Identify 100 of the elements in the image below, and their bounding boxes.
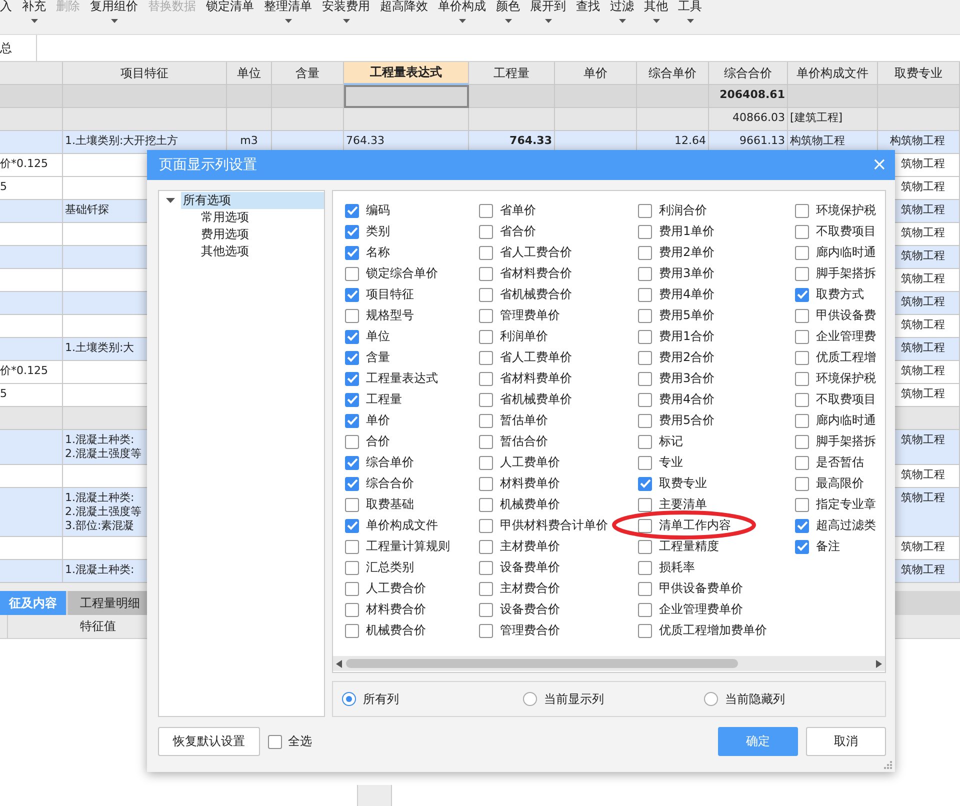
toolbar-button[interactable]: 补充	[22, 0, 46, 23]
checkbox[interactable]	[638, 224, 652, 238]
checkbox[interactable]	[479, 602, 493, 616]
cancel-button[interactable]: 取消	[806, 727, 886, 756]
checkbox-label[interactable]: 费用2合价	[659, 349, 715, 366]
checkbox[interactable]	[638, 434, 652, 448]
checkbox[interactable]	[795, 224, 809, 238]
checkbox[interactable]	[345, 246, 359, 260]
checkbox-label[interactable]: 类别	[366, 223, 390, 240]
checkbox-label[interactable]: 环境保护税	[816, 202, 876, 219]
checkbox-label[interactable]: 标记	[659, 433, 683, 450]
column-header[interactable]: 工程量表达式	[344, 62, 469, 85]
checkbox[interactable]	[638, 308, 652, 322]
checkbox-label[interactable]: 省人工费合价	[500, 244, 572, 261]
expand-triangle-icon[interactable]	[166, 198, 175, 203]
checkbox-label[interactable]: 费用4合价	[659, 391, 715, 408]
checkbox-label[interactable]: 全选	[288, 733, 312, 750]
checkbox[interactable]	[638, 476, 652, 490]
checkbox[interactable]	[479, 204, 493, 218]
radio-label[interactable]: 当前显示列	[544, 690, 604, 708]
checkbox-label[interactable]: 费用1合价	[659, 328, 715, 345]
checkbox[interactable]	[638, 266, 652, 280]
checkbox[interactable]	[345, 414, 359, 428]
checkbox[interactable]	[795, 518, 809, 532]
checkbox-label[interactable]: 取费基础	[366, 496, 414, 513]
checkbox-label[interactable]: 设备费合价	[500, 601, 560, 618]
checkbox-label[interactable]: 脚手架搭拆	[816, 433, 876, 450]
focused-cell[interactable]	[344, 85, 469, 108]
checkbox-label[interactable]: 指定专业章	[816, 496, 876, 513]
toolbar-button[interactable]: 锁定清单	[206, 0, 254, 13]
checkbox-label[interactable]: 锁定综合单价	[366, 265, 438, 282]
tree-item[interactable]: 费用选项	[199, 226, 251, 243]
checkbox-label[interactable]: 优质工程增加费单价	[659, 622, 767, 639]
checkbox[interactable]	[345, 392, 359, 406]
checkbox[interactable]	[479, 414, 493, 428]
scroll-left-arrow-icon[interactable]	[336, 660, 342, 668]
checkbox-label[interactable]: 甲供材料费合计单价	[500, 517, 608, 534]
checkbox-label[interactable]: 综合单价	[366, 454, 414, 471]
checkbox[interactable]	[479, 540, 493, 554]
toolbar-button[interactable]: 颜色	[496, 0, 520, 23]
checkbox-label[interactable]: 省单价	[500, 202, 536, 219]
checkbox[interactable]	[795, 330, 809, 344]
toolbar-button[interactable]: 展开到	[530, 0, 566, 23]
checkbox[interactable]	[345, 518, 359, 532]
checkbox-label[interactable]: 合价	[366, 433, 390, 450]
view-tab[interactable]: 总	[0, 35, 37, 61]
checkbox[interactable]	[638, 624, 652, 638]
checkbox-label[interactable]: 汇总类别	[366, 559, 414, 576]
checkbox[interactable]	[345, 434, 359, 448]
checkbox[interactable]	[638, 414, 652, 428]
checkbox[interactable]	[479, 560, 493, 574]
checkbox[interactable]	[345, 288, 359, 302]
radio-button[interactable]	[342, 692, 356, 706]
checkbox[interactable]	[479, 392, 493, 406]
checkbox[interactable]	[795, 434, 809, 448]
checkbox[interactable]	[479, 434, 493, 448]
resize-grip-icon[interactable]	[884, 761, 892, 769]
checkbox[interactable]	[795, 308, 809, 322]
checkbox[interactable]	[479, 330, 493, 344]
checkbox[interactable]	[345, 498, 359, 512]
checkbox[interactable]	[479, 498, 493, 512]
checkbox[interactable]	[479, 224, 493, 238]
checkbox[interactable]	[638, 456, 652, 470]
toolbar-button[interactable]: 复用组价	[90, 0, 138, 23]
toolbar-button[interactable]: 整理清单	[264, 0, 312, 23]
checkbox[interactable]	[345, 308, 359, 322]
checkbox[interactable]	[638, 518, 652, 532]
checkbox-label[interactable]: 不取费项目	[816, 223, 876, 240]
checkbox[interactable]	[795, 246, 809, 260]
checkbox-label[interactable]: 编码	[366, 202, 390, 219]
checkbox-label[interactable]: 取费方式	[816, 286, 864, 303]
checkbox[interactable]	[638, 372, 652, 386]
checkbox[interactable]	[479, 266, 493, 280]
checkbox[interactable]	[345, 372, 359, 386]
checkbox[interactable]	[345, 350, 359, 364]
checkbox[interactable]	[345, 266, 359, 280]
checkbox-label[interactable]: 甲供设备费单价	[659, 580, 743, 597]
checkbox[interactable]	[479, 246, 493, 260]
checkbox[interactable]	[268, 734, 282, 748]
tree-item[interactable]: 其他选项	[199, 243, 251, 260]
checkbox-label[interactable]: 单价	[366, 412, 390, 429]
checkbox-label[interactable]: 费用3合价	[659, 370, 715, 387]
checkbox-label[interactable]: 甲供设备费	[816, 307, 876, 324]
checkbox-label[interactable]: 省合价	[500, 223, 536, 240]
checkbox-label[interactable]: 企业管理费	[816, 328, 876, 345]
radio-label[interactable]: 所有列	[363, 690, 399, 708]
scrollbar-thumb[interactable]	[346, 659, 738, 668]
checkbox-label[interactable]: 人工费合价	[366, 580, 426, 597]
toolbar-button[interactable]: 安装费用	[322, 0, 370, 23]
reset-defaults-button[interactable]: 恢复默认设置	[158, 727, 260, 756]
checkbox-label[interactable]: 不取费项目	[816, 391, 876, 408]
checkbox[interactable]	[795, 350, 809, 364]
checkbox-label[interactable]: 暂估单价	[500, 412, 548, 429]
checkbox[interactable]	[638, 288, 652, 302]
checkbox[interactable]	[795, 414, 809, 428]
checkbox-label[interactable]: 损耗率	[659, 559, 695, 576]
horizontal-scrollbar[interactable]	[333, 656, 885, 671]
checkbox-label[interactable]: 名称	[366, 244, 390, 261]
checkbox[interactable]	[638, 392, 652, 406]
checkbox[interactable]	[345, 540, 359, 554]
